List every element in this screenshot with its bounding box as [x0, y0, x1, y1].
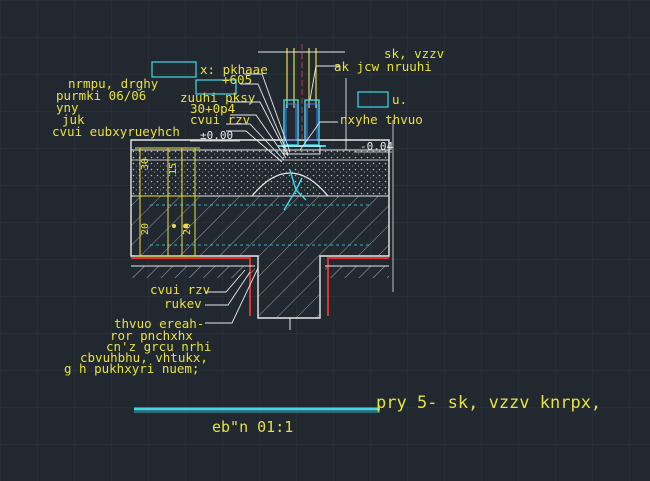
- label-right-u: u.: [392, 92, 407, 107]
- soil-left: [131, 266, 255, 278]
- level-left: ±0.00: [200, 129, 233, 142]
- title-main: pry 5- sk, vzzv knrpx,: [376, 393, 601, 413]
- title-scale: eb"n 01:1: [212, 418, 293, 436]
- label-right-nxyhe: nxyhe thvuo: [340, 112, 423, 127]
- label-left-10: cvui eubxyrueyhch: [52, 124, 180, 139]
- dim-label-4: 20: [182, 223, 193, 235]
- cad-drawing-canvas[interactable]: sk, vzzv ak jcw nruuhi u. nxyhe thvuo x:…: [0, 0, 650, 481]
- dim-label-2: 20: [140, 223, 151, 235]
- label-left-9: cvui rzv: [190, 112, 250, 127]
- label-bottom-1: cvui rzv: [150, 282, 210, 297]
- soil-right: [325, 266, 389, 278]
- label-bottom-2: rukev: [164, 296, 202, 311]
- note-line-5: g h pukhxyri nuem;: [64, 361, 199, 376]
- dim-label-3: 15: [168, 163, 179, 175]
- concrete-beam-stem: [258, 256, 320, 318]
- label-top-right-2: ak jcw nruuhi: [334, 59, 432, 74]
- level-right: -0.04: [360, 140, 393, 153]
- label-left-2: +605: [222, 72, 252, 87]
- dim-label-1: 30: [140, 158, 151, 170]
